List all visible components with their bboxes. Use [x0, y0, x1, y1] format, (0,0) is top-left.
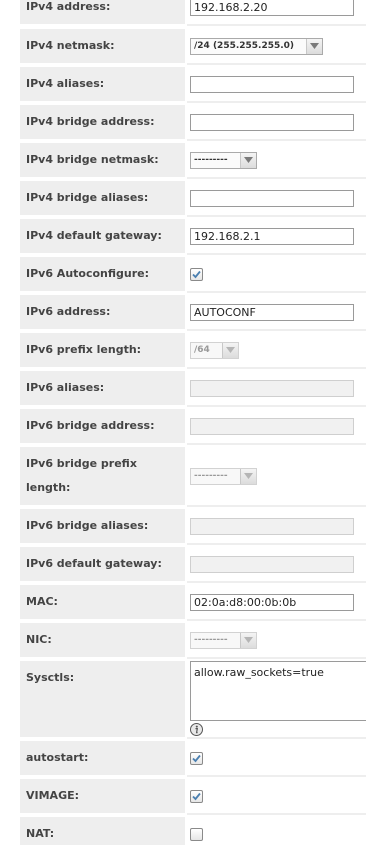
form-row-ipv4-bridge-aliases: IPv4 bridge aliases:: [0, 181, 366, 217]
select-value: ---------: [194, 635, 228, 645]
ipv4-netmask-select[interactable]: /24 (255.255.255.0): [190, 38, 323, 55]
field-label: IPv4 bridge address:: [20, 105, 185, 141]
field-value-cell: [187, 257, 366, 293]
ipv4-bridge-netmask-select[interactable]: ---------: [190, 152, 257, 169]
field-label: IPv4 default gateway:: [20, 219, 185, 255]
ipv4-aliases-input[interactable]: [190, 76, 354, 93]
field-value-cell: ---------: [187, 623, 366, 659]
sysctls-textarea[interactable]: allow.raw_sockets=true: [190, 661, 366, 721]
field-label: VIMAGE:: [20, 779, 185, 815]
field-label: NAT:: [20, 817, 185, 845]
form-row-ipv4-bridge-netmask: IPv4 bridge netmask: ---------: [0, 143, 366, 179]
field-value-cell: [187, 295, 366, 331]
field-label: IPv6 bridge prefix length:: [20, 447, 185, 507]
select-value: /24 (255.255.255.0): [194, 41, 295, 51]
ipv6-prefix-length-select: /64: [190, 342, 239, 359]
field-value-cell: [187, 181, 366, 217]
field-value-cell: [187, 219, 366, 255]
field-label: IPv4 address:: [20, 0, 185, 26]
form-row-vimage: VIMAGE:: [0, 779, 366, 815]
form-row-ipv6-bridge-prefix-length: IPv6 bridge prefix length: ---------: [0, 447, 366, 507]
field-label: IPv4 aliases:: [20, 67, 185, 103]
field-label: IPv4 bridge aliases:: [20, 181, 185, 217]
field-label: IPv6 aliases:: [20, 371, 185, 407]
form-row-mac: MAC:: [0, 585, 366, 621]
field-value-cell: [187, 509, 366, 545]
field-value-cell: [187, 741, 366, 777]
field-label: Sysctls:: [20, 661, 185, 739]
field-value-cell: [187, 817, 366, 845]
field-value-cell: [187, 67, 366, 103]
field-value-cell: /24 (255.255.255.0): [187, 29, 366, 65]
field-value-cell: /64: [187, 333, 366, 369]
mac-input[interactable]: [190, 594, 354, 611]
field-label: IPv4 bridge netmask:: [20, 143, 185, 179]
field-label: NIC:: [20, 623, 185, 659]
ipv4-default-gateway-input[interactable]: [190, 228, 354, 245]
form-row-ipv4-address: IPv4 address:: [0, 0, 366, 26]
form-row-nat: NAT:: [0, 817, 366, 845]
field-value-cell: [187, 105, 366, 141]
form-row-ipv6-autoconfigure: IPv6 Autoconfigure:: [0, 257, 366, 293]
ipv6-default-gateway-input: [190, 556, 354, 573]
nic-select: ---------: [190, 632, 257, 649]
chevron-down-icon: [222, 343, 238, 358]
ipv6-bridge-aliases-input: [190, 518, 354, 535]
info-icon[interactable]: [190, 723, 203, 736]
form-row-autostart: autostart:: [0, 741, 366, 777]
chevron-down-icon: [306, 39, 322, 54]
chevron-down-icon: [240, 153, 256, 168]
ipv6-autoconfigure-checkbox[interactable]: [190, 268, 203, 281]
form-row-ipv4-aliases: IPv4 aliases:: [0, 67, 366, 103]
chevron-down-icon: [240, 633, 256, 648]
field-value-cell: allow.raw_sockets=true: [187, 661, 366, 739]
form-row-ipv4-bridge-address: IPv4 bridge address:: [0, 105, 366, 141]
form-row-nic: NIC: ---------: [0, 623, 366, 659]
field-value-cell: [187, 409, 366, 445]
field-label: IPv6 bridge aliases:: [20, 509, 185, 545]
ipv4-address-input[interactable]: [190, 0, 354, 16]
field-value-cell: ---------: [187, 447, 366, 507]
form-row-ipv6-address: IPv6 address:: [0, 295, 366, 331]
field-label: IPv6 bridge address:: [20, 409, 185, 445]
field-label: MAC:: [20, 585, 185, 621]
select-value: ---------: [194, 155, 228, 165]
vimage-checkbox[interactable]: [190, 790, 203, 803]
field-label: IPv4 netmask:: [20, 29, 185, 65]
form-row-ipv4-netmask: IPv4 netmask: /24 (255.255.255.0): [0, 29, 366, 65]
field-value-cell: ---------: [187, 143, 366, 179]
form-row-ipv6-bridge-address: IPv6 bridge address:: [0, 409, 366, 445]
field-label: autostart:: [20, 741, 185, 777]
form-row-ipv6-prefix-length: IPv6 prefix length: /64: [0, 333, 366, 369]
ipv4-bridge-aliases-input[interactable]: [190, 190, 354, 207]
field-value-cell: [187, 371, 366, 407]
ipv6-bridge-address-input: [190, 418, 354, 435]
ipv4-bridge-address-input[interactable]: [190, 114, 354, 131]
field-value-cell: [187, 585, 366, 621]
field-label: IPv6 address:: [20, 295, 185, 331]
form-row-ipv4-default-gateway: IPv4 default gateway:: [0, 219, 366, 255]
ipv6-address-input[interactable]: [190, 304, 354, 321]
jail-network-form: IPv4 address: IPv4 netmask: /24 (255.255.2…: [0, 0, 366, 845]
field-label: IPv6 default gateway:: [20, 547, 185, 583]
form-row-sysctls: Sysctls: allow.raw_sockets=true: [0, 661, 366, 739]
form-row-ipv6-default-gateway: IPv6 default gateway:: [0, 547, 366, 583]
form-row-ipv6-bridge-aliases: IPv6 bridge aliases:: [0, 509, 366, 545]
ipv6-bridge-prefix-length-select: ---------: [190, 468, 257, 485]
select-value: /64: [194, 345, 210, 355]
nat-checkbox[interactable]: [190, 828, 203, 841]
field-value-cell: [187, 547, 366, 583]
chevron-down-icon: [240, 469, 256, 484]
field-value-cell: [187, 779, 366, 815]
form-row-ipv6-aliases: IPv6 aliases:: [0, 371, 366, 407]
field-label: IPv6 prefix length:: [20, 333, 185, 369]
ipv6-aliases-input: [190, 380, 354, 397]
select-value: ---------: [194, 471, 228, 481]
field-label: IPv6 Autoconfigure:: [20, 257, 185, 293]
field-value-cell: [187, 0, 366, 26]
autostart-checkbox[interactable]: [190, 752, 203, 765]
